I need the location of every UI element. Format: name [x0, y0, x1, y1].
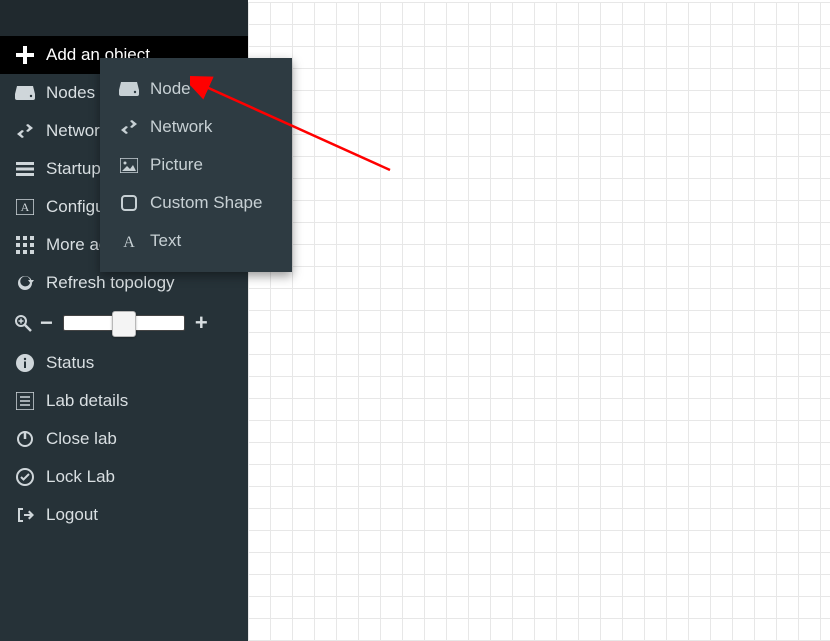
hdd-icon: [118, 82, 140, 96]
sidebar-item-close-lab[interactable]: Close lab: [0, 420, 248, 458]
shape-icon: [118, 195, 140, 211]
submenu-item-label: Node: [150, 79, 191, 99]
zoom-slider-thumb[interactable]: [112, 311, 136, 337]
font-icon: A: [118, 233, 140, 249]
sidebar-item-label: Lab details: [46, 391, 128, 411]
submenu-item-text[interactable]: A Text: [100, 222, 292, 260]
sidebar-item-label: Nodes: [46, 83, 95, 103]
plus-icon: [14, 46, 36, 64]
submenu-item-picture[interactable]: Picture: [100, 146, 292, 184]
submenu-item-custom-shape[interactable]: Custom Shape: [100, 184, 292, 222]
submenu-item-label: Picture: [150, 155, 203, 175]
zoom-controls: − +: [0, 302, 248, 344]
sidebar-item-label: Logout: [46, 505, 98, 525]
font-icon: A: [14, 199, 36, 215]
info-icon: [14, 354, 36, 372]
zoom-icon: [12, 314, 34, 332]
sidebar-item-logout[interactable]: Logout: [0, 496, 248, 534]
sidebar-item-label: Refresh topology: [46, 273, 175, 293]
hdd-icon: [14, 86, 36, 100]
grid-icon: [14, 236, 36, 254]
power-icon: [14, 430, 36, 448]
topology-canvas[interactable]: [248, 2, 830, 641]
sidebar-item-label: Status: [46, 353, 94, 373]
sidebar-item-label: Lock Lab: [46, 467, 115, 487]
add-object-submenu: Node Network Picture Custom Shape A Text: [100, 58, 292, 272]
submenu-item-node[interactable]: Node: [100, 70, 292, 108]
network-arrows-icon: [14, 124, 36, 138]
check-circle-icon: [14, 468, 36, 486]
zoom-in-button[interactable]: +: [189, 310, 214, 336]
submenu-item-label: Text: [150, 231, 181, 251]
submenu-item-label: Custom Shape: [150, 193, 262, 213]
list-icon: [14, 162, 36, 176]
sidebar-item-lab-details[interactable]: Lab details: [0, 382, 248, 420]
sidebar-item-label: Close lab: [46, 429, 117, 449]
svg-text:A: A: [123, 234, 135, 249]
submenu-item-network[interactable]: Network: [100, 108, 292, 146]
picture-icon: [118, 158, 140, 173]
details-list-icon: [14, 392, 36, 410]
sidebar-item-status[interactable]: Status: [0, 344, 248, 382]
logout-icon: [14, 506, 36, 524]
network-arrows-icon: [118, 120, 140, 134]
zoom-out-button[interactable]: −: [34, 310, 59, 336]
svg-text:A: A: [21, 200, 30, 214]
refresh-icon: [14, 274, 36, 292]
sidebar-top-band: [0, 0, 248, 36]
submenu-item-label: Network: [150, 117, 212, 137]
zoom-slider[interactable]: [63, 315, 185, 331]
sidebar-item-lock-lab[interactable]: Lock Lab: [0, 458, 248, 496]
